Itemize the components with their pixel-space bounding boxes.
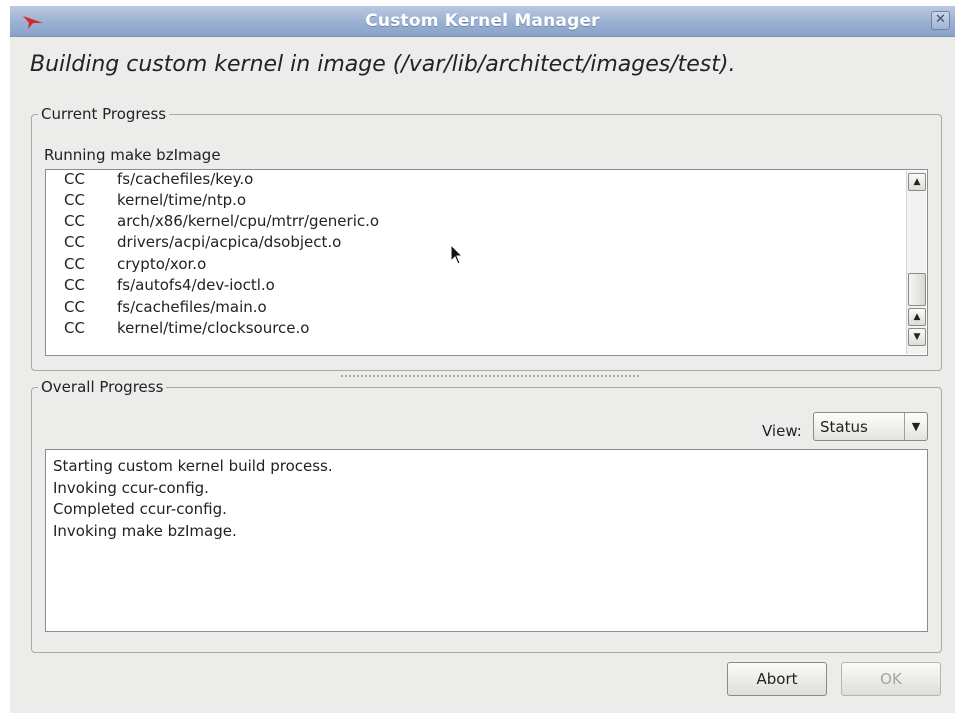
status-line: Invoking ccur-config. xyxy=(53,479,209,497)
log-file: arch/x86/kernel/cpu/mtrr/generic.o xyxy=(117,212,380,230)
status-output[interactable]: Starting custom kernel build process. In… xyxy=(45,449,928,632)
log-file: kernel/time/ntp.o xyxy=(117,191,247,209)
view-dropdown[interactable]: Status ▼ xyxy=(813,412,928,441)
chevron-down-icon[interactable]: ▼ xyxy=(904,413,927,440)
status-line: Invoking make bzImage. xyxy=(53,522,237,540)
ok-button[interactable]: OK xyxy=(841,662,941,696)
mouse-pointer-icon xyxy=(450,244,464,265)
abort-button[interactable]: Abort xyxy=(727,662,827,696)
log-file: fs/autofs4/dev-ioctl.o xyxy=(117,276,275,294)
view-selected-value: Status xyxy=(820,418,868,436)
log-file: kernel/time/clocksource.o xyxy=(117,319,310,337)
scroll-up-button[interactable]: ▲ xyxy=(908,173,926,191)
current-step-label: Running make bzImage xyxy=(44,146,221,164)
scroll-down-button[interactable]: ▼ xyxy=(908,328,926,346)
log-command: CC xyxy=(64,191,85,209)
log-command: CC xyxy=(64,255,85,273)
page-heading: Building custom kernel in image (/var/li… xyxy=(30,52,736,77)
title-bar[interactable]: Custom Kernel Manager ✕ xyxy=(10,6,955,37)
scroll-up-button-lower[interactable]: ▲ xyxy=(908,308,926,326)
log-file: crypto/xor.o xyxy=(117,255,207,273)
view-label: View: xyxy=(762,422,802,440)
log-scrollbar[interactable]: ▲ ▲ ▼ xyxy=(906,171,926,354)
log-file: fs/cachefiles/key.o xyxy=(117,170,254,188)
status-line: Starting custom kernel build process. xyxy=(53,457,333,475)
log-command: CC xyxy=(64,170,85,188)
arrow-up-icon: ▲ xyxy=(913,312,921,322)
arrow-down-icon: ▼ xyxy=(913,332,921,342)
build-log-output[interactable]: CC fs/cachefiles/key.o CC kernel/time/nt… xyxy=(45,169,928,356)
arrow-up-icon: ▲ xyxy=(913,177,921,187)
status-line: Completed ccur-config. xyxy=(53,500,227,518)
scrollbar-thumb[interactable] xyxy=(908,273,926,306)
overall-progress-legend: Overall Progress xyxy=(41,378,164,396)
log-command: CC xyxy=(64,233,85,251)
window-title: Custom Kernel Manager xyxy=(365,11,600,31)
current-progress-legend: Current Progress xyxy=(41,105,167,123)
log-command: CC xyxy=(64,276,85,294)
close-icon[interactable]: ✕ xyxy=(931,11,950,30)
dialog-window: Custom Kernel Manager ✕ Building custom … xyxy=(10,6,955,713)
log-file: fs/cachefiles/main.o xyxy=(117,298,267,316)
pane-splitter[interactable] xyxy=(340,375,640,377)
log-file: drivers/acpi/acpica/dsobject.o xyxy=(117,233,342,251)
log-command: CC xyxy=(64,298,85,316)
log-command: CC xyxy=(64,319,85,337)
log-command: CC xyxy=(64,212,85,230)
